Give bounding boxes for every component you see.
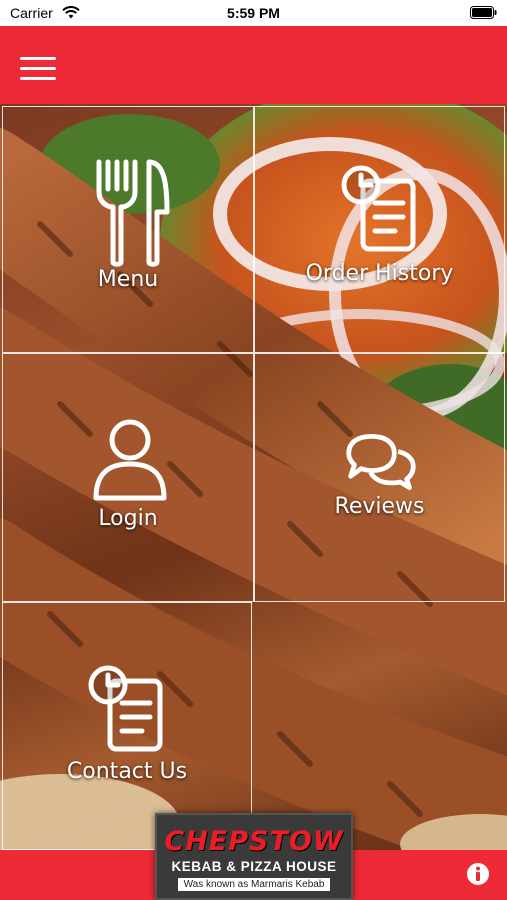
order-history-icon: [341, 165, 416, 252]
contact-clipboard-icon: [88, 665, 163, 752]
logo-subtitle: KEBAB & PIZZA HOUSE: [171, 859, 337, 874]
status-bar: Carrier 5:59 PM: [0, 0, 507, 26]
tile-reviews[interactable]: Reviews: [254, 353, 505, 602]
app-header: [0, 26, 507, 104]
hamburger-menu-icon[interactable]: [20, 57, 56, 81]
tile-order-history[interactable]: Order History: [254, 106, 505, 353]
fork-knife-icon: [96, 159, 170, 267]
chat-bubbles-icon: [346, 433, 416, 491]
tile-menu-label: Menu: [97, 267, 159, 292]
logo-name: CHEPSTOW: [164, 826, 344, 857]
clock: 5:59 PM: [227, 5, 280, 21]
battery-icon: [470, 6, 497, 19]
tile-login[interactable]: Login: [2, 353, 254, 602]
logo-note: Was known as Marmaris Kebab: [177, 878, 331, 891]
tile-order-history-label: Order History: [305, 261, 454, 286]
restaurant-logo: CHEPSTOW KEBAB & PIZZA HOUSE Was known a…: [155, 813, 353, 900]
tile-reviews-label: Reviews: [334, 494, 425, 519]
info-icon[interactable]: [466, 862, 490, 886]
tile-login-label: Login: [98, 506, 158, 531]
user-icon: [93, 419, 167, 501]
tile-contact-us-label: Contact Us: [66, 759, 188, 784]
tile-menu[interactable]: Menu: [2, 106, 254, 353]
